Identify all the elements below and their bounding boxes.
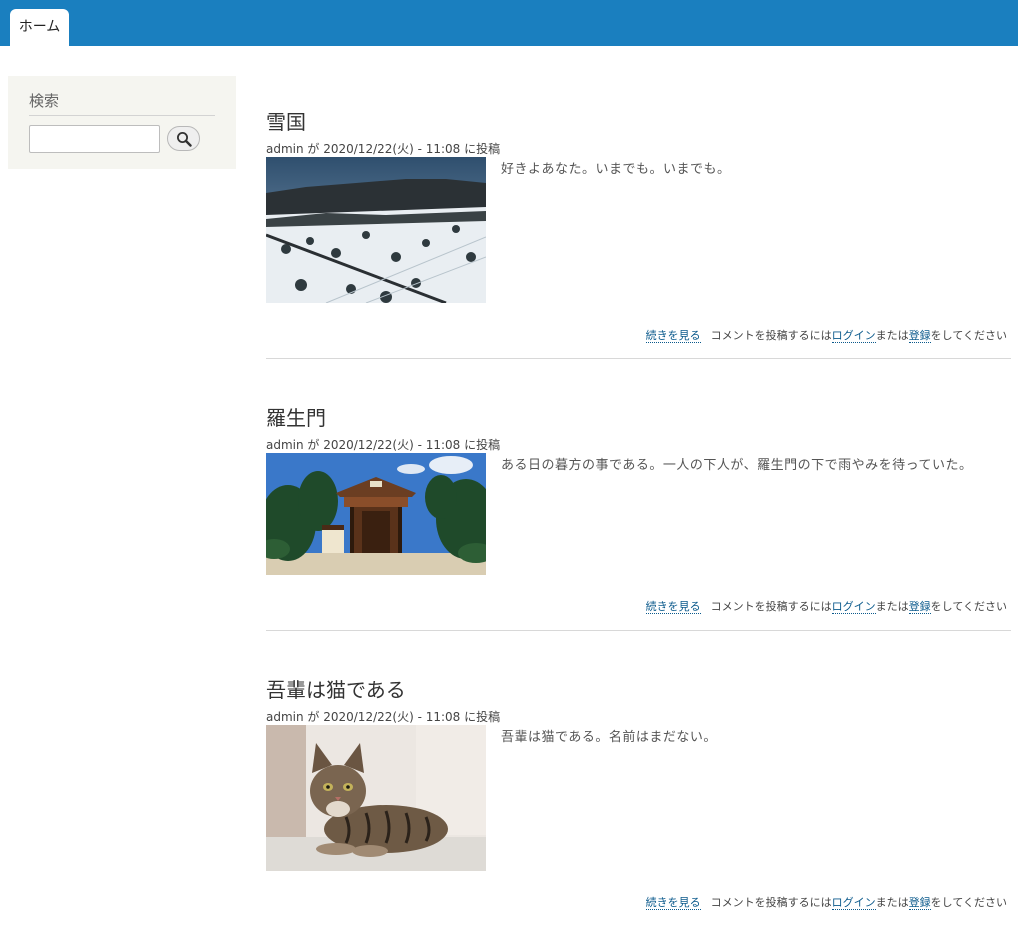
article-teaser: 吾輩は猫である admin が 2020/12/22(火) - 11:08 に投… (266, 674, 1011, 914)
article-title[interactable]: 羅生門 (266, 402, 326, 431)
article-title[interactable]: 雪国 (266, 106, 306, 135)
snow-village-image (266, 157, 486, 303)
tabby-cat-image (266, 725, 486, 871)
top-navigation-bar: ホーム (0, 0, 1018, 46)
temple-gate-image (266, 453, 486, 575)
article-meta: admin が 2020/12/22(火) - 11:08 に投稿 (266, 438, 501, 452)
search-button[interactable] (167, 126, 200, 151)
article-body: 好きよあなた。いまでも。いまでも。 (501, 162, 731, 177)
search-block-title: 検索 (29, 90, 215, 116)
read-more-link[interactable]: 続きを見る (645, 896, 701, 910)
comment-suffix-text: をしてください (930, 896, 1007, 909)
article-body: 吾輩は猫である。名前はまだない。 (501, 730, 717, 745)
article-teaser: 羅生門 admin が 2020/12/22(火) - 11:08 に投稿 ある… (266, 402, 1011, 632)
article-links: 続きを見る コメントを投稿するにはログインまたは登録をしてください (645, 327, 1007, 343)
read-more-link[interactable]: 続きを見る (645, 329, 701, 343)
article-image[interactable] (266, 453, 486, 575)
or-text: または (875, 600, 909, 613)
comment-suffix-text: をしてください (930, 329, 1007, 342)
login-link[interactable]: ログイン (831, 600, 876, 614)
article-body: ある日の暮方の事である。一人の下人が、羅生門の下で雨やみを待っていた。 (501, 458, 973, 473)
search-icon (177, 132, 192, 147)
register-link[interactable]: 登録 (908, 600, 931, 614)
article-teaser: 雪国 admin が 2020/12/22(火) - 11:08 に投稿 好きよ… (266, 106, 1011, 359)
article-image[interactable] (266, 157, 486, 303)
comment-suffix-text: をしてください (930, 600, 1007, 613)
article-links: 続きを見る コメントを投稿するにはログインまたは登録をしてください (645, 598, 1007, 614)
article-meta: admin が 2020/12/22(火) - 11:08 に投稿 (266, 710, 501, 724)
search-input[interactable] (29, 125, 160, 153)
article-title[interactable]: 吾輩は猫である (266, 674, 406, 703)
search-block: 検索 (8, 76, 236, 169)
register-link[interactable]: 登録 (908, 896, 931, 910)
article-image[interactable] (266, 725, 486, 871)
login-link[interactable]: ログイン (831, 329, 876, 343)
comment-prefix-text: コメントを投稿するには (710, 896, 832, 909)
article-divider (266, 630, 1011, 631)
or-text: または (875, 896, 909, 909)
read-more-link[interactable]: 続きを見る (645, 600, 701, 614)
article-meta: admin が 2020/12/22(火) - 11:08 に投稿 (266, 142, 501, 156)
article-divider (266, 358, 1011, 359)
comment-prefix-text: コメントを投稿するには (710, 329, 832, 342)
register-link[interactable]: 登録 (908, 329, 931, 343)
comment-prefix-text: コメントを投稿するには (710, 600, 832, 613)
or-text: または (875, 329, 909, 342)
article-links: 続きを見る コメントを投稿するにはログインまたは登録をしてください (645, 894, 1007, 910)
login-link[interactable]: ログイン (831, 896, 876, 910)
tab-home[interactable]: ホーム (10, 9, 69, 46)
